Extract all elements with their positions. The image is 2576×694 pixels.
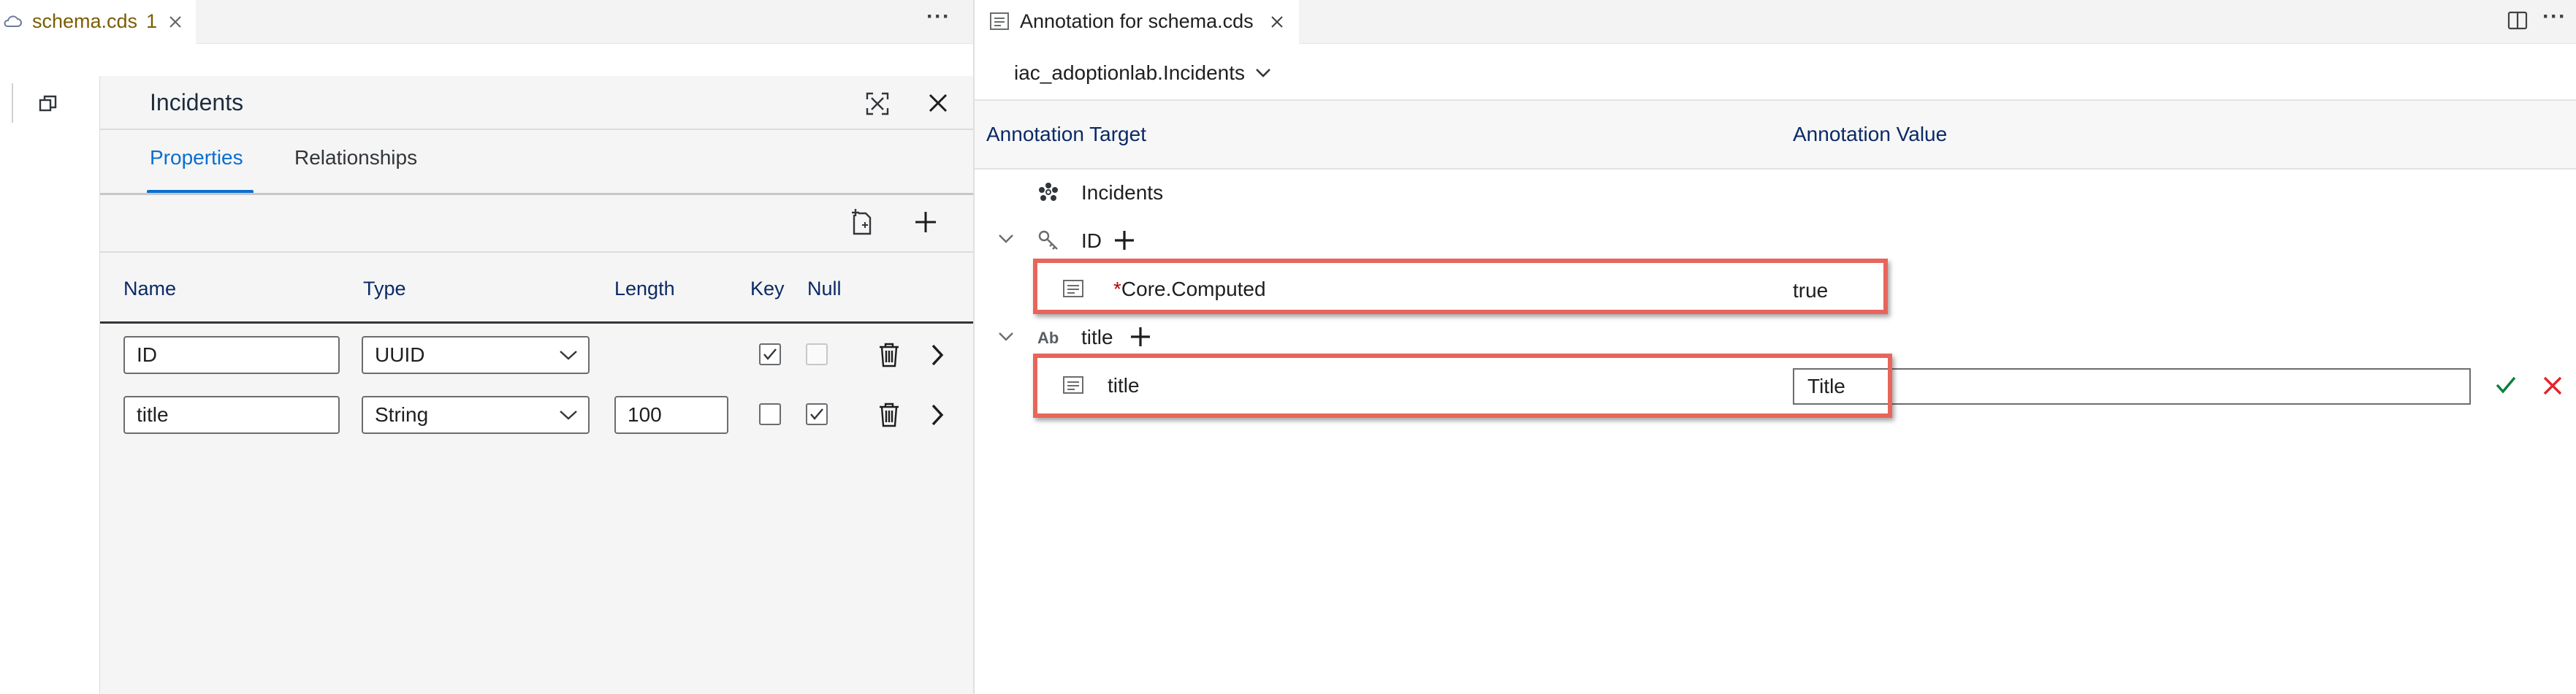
document-icon bbox=[989, 12, 1010, 31]
annotation-table-header bbox=[975, 99, 2576, 169]
more-actions-button[interactable]: ··· bbox=[926, 4, 950, 29]
entity-selector-label: iac_adoptionlab.Incidents bbox=[1014, 61, 1246, 84]
designer-toolbar bbox=[0, 76, 99, 131]
select-value: UUID bbox=[375, 343, 425, 366]
tab-relationships[interactable]: Relationships bbox=[294, 146, 417, 169]
column-header-null: Null bbox=[807, 278, 842, 300]
tab-annotation[interactable]: Annotation for schema.cds bbox=[975, 0, 1299, 45]
column-header-target: Annotation Target bbox=[986, 123, 1146, 145]
tab-schema-cds[interactable]: schema.cds 1 bbox=[0, 0, 196, 45]
divider bbox=[100, 251, 974, 253]
property-name-input[interactable]: title bbox=[123, 396, 340, 434]
chevron-down-icon bbox=[1255, 68, 1271, 78]
add-from-file-icon[interactable] bbox=[851, 207, 877, 237]
more-actions-button[interactable]: ··· bbox=[2542, 4, 2567, 29]
expand-panel-icon[interactable] bbox=[864, 91, 891, 117]
tree-node-entity[interactable]: Incidents bbox=[1081, 181, 1163, 205]
add-annotation-icon[interactable] bbox=[1129, 326, 1151, 348]
divider bbox=[100, 129, 974, 130]
cloud-file-icon bbox=[3, 13, 22, 31]
toolbar-divider bbox=[12, 83, 13, 123]
restore-view-icon[interactable] bbox=[38, 94, 58, 114]
key-checkbox[interactable] bbox=[759, 403, 781, 425]
key-checkbox[interactable] bbox=[759, 343, 781, 365]
entity-icon bbox=[1037, 181, 1059, 203]
chevron-right-icon[interactable] bbox=[930, 343, 945, 367]
accept-icon[interactable] bbox=[2494, 374, 2518, 396]
left-tab-bar: schema.cds 1 ··· bbox=[0, 0, 973, 45]
chevron-down-icon bbox=[559, 409, 578, 421]
tab-label: schema.cds bbox=[32, 10, 138, 32]
add-annotation-icon[interactable] bbox=[1113, 229, 1135, 251]
null-checkbox[interactable] bbox=[806, 403, 828, 425]
annotation-editor-group: Annotation for schema.cds ··· iac_adopti… bbox=[973, 0, 2576, 694]
tab-label: Annotation for schema.cds bbox=[1020, 10, 1254, 32]
entity-selector[interactable]: iac_adoptionlab.Incidents bbox=[1014, 58, 1271, 88]
column-header-length: Length bbox=[614, 278, 675, 300]
delete-icon[interactable] bbox=[877, 402, 901, 428]
close-tab-icon[interactable] bbox=[167, 13, 184, 31]
entity-properties-panel: Incidents Properties Relationships Name … bbox=[99, 76, 974, 694]
chevron-right-icon[interactable] bbox=[930, 403, 945, 427]
property-type-select[interactable]: UUID bbox=[362, 336, 590, 374]
tree-node-title[interactable]: title bbox=[1081, 326, 1113, 349]
problem-count-badge: 1 bbox=[146, 10, 158, 32]
close-tab-icon[interactable] bbox=[1268, 13, 1286, 31]
right-tab-bar: Annotation for schema.cds ··· bbox=[975, 0, 2576, 45]
highlight-box-computed bbox=[1033, 259, 1888, 314]
key-icon bbox=[1037, 229, 1059, 251]
tab-divider bbox=[100, 193, 974, 195]
header-divider bbox=[100, 321, 974, 324]
column-header-value: Annotation Value bbox=[1793, 123, 1948, 145]
property-name-input[interactable]: ID bbox=[123, 336, 340, 374]
close-panel-icon[interactable] bbox=[927, 92, 949, 114]
cancel-icon[interactable] bbox=[2542, 375, 2563, 396]
null-checkbox[interactable] bbox=[806, 343, 828, 365]
tab-properties[interactable]: Properties bbox=[150, 146, 243, 169]
split-editor-icon[interactable] bbox=[2507, 10, 2528, 31]
column-header-key: Key bbox=[750, 278, 785, 300]
annotation-value-input[interactable]: Title bbox=[1793, 368, 2471, 405]
highlight-box-title bbox=[1033, 354, 1892, 418]
column-header-type: Type bbox=[363, 278, 406, 300]
chevron-down-icon bbox=[559, 349, 578, 361]
left-editor-group: schema.cds 1 ··· Incidents Properties Re… bbox=[0, 0, 974, 694]
chevron-down-icon[interactable] bbox=[998, 234, 1014, 244]
delete-icon[interactable] bbox=[877, 342, 901, 368]
string-type-icon: Ab bbox=[1037, 329, 1059, 347]
property-length-input[interactable]: 100 bbox=[614, 396, 728, 434]
column-header-name: Name bbox=[123, 278, 177, 300]
property-type-select[interactable]: String bbox=[362, 396, 590, 434]
panel-title: Incidents bbox=[150, 89, 244, 115]
chevron-down-icon[interactable] bbox=[998, 332, 1014, 342]
add-property-icon[interactable] bbox=[914, 210, 937, 234]
tree-node-id[interactable]: ID bbox=[1081, 229, 1102, 253]
select-value: String bbox=[375, 403, 429, 426]
